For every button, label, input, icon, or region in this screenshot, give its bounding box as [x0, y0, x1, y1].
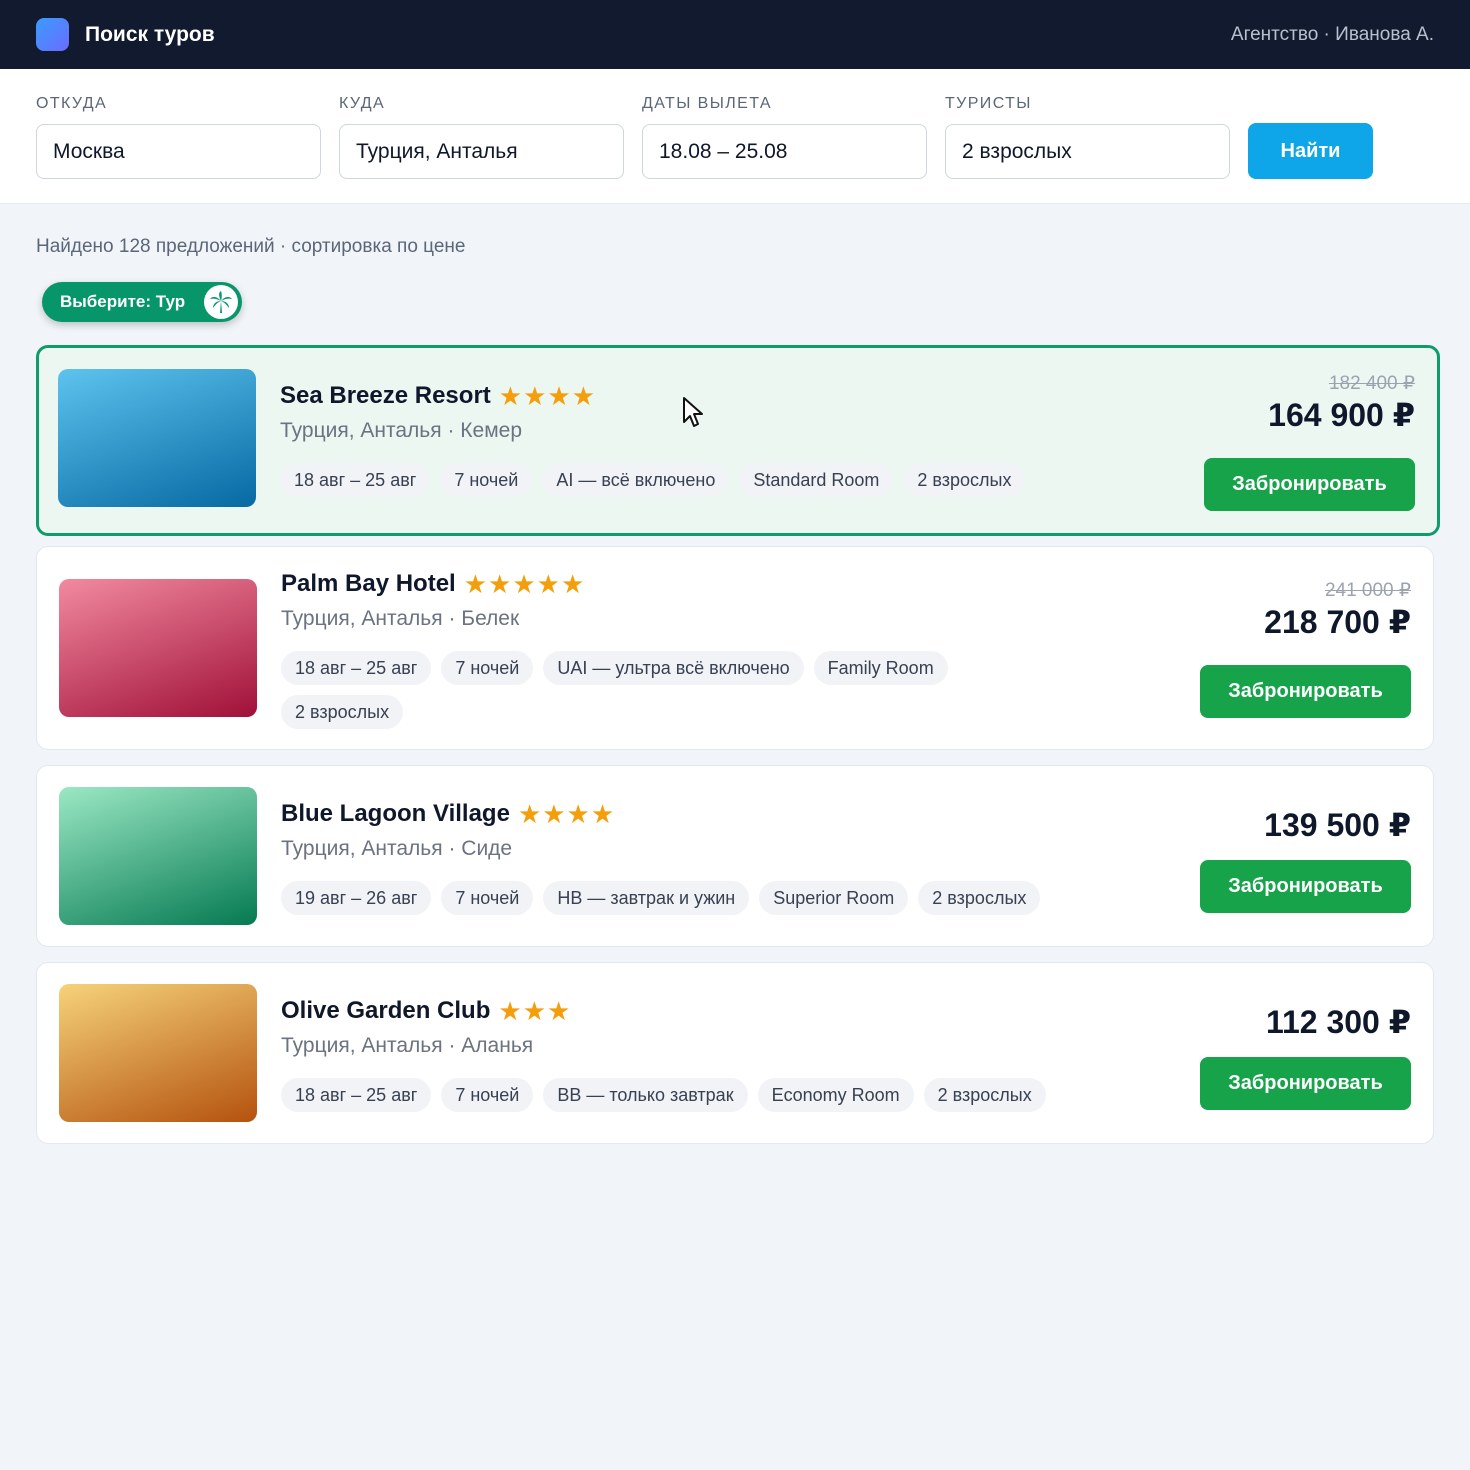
- book-button[interactable]: Забронировать: [1200, 665, 1411, 718]
- mouse-cursor-icon: [683, 397, 703, 427]
- search-panel: ОТКУДА КУДА ДАТЫ ВЫЛЕТА ТУРИСТЫ Найти: [0, 69, 1470, 204]
- tour-chips: 18 авг – 25 авг 7 ночей AI — всё включен…: [280, 463, 1057, 497]
- price-block: 182 400 ₽ 164 900 ₽ Забронировать: [1175, 372, 1415, 512]
- chip-dates: 18 авг – 25 авг: [280, 463, 431, 497]
- from-label: ОТКУДА: [36, 95, 108, 112]
- tour-info: Olive Garden Club ★★★ Турция, Анталья · …: [281, 996, 1053, 1112]
- price: 164 900 ₽: [1268, 397, 1415, 433]
- chip-room: Family Room: [813, 651, 948, 685]
- price: 112 300 ₽: [1265, 1004, 1411, 1040]
- from-input[interactable]: [36, 124, 321, 179]
- price-block: 139 500 ₽ Забронировать: [1171, 806, 1411, 916]
- chip-dates: 18 авг – 25 авг: [281, 651, 432, 685]
- chip-meal: UAI — ультра всё включено: [543, 651, 804, 685]
- price: 139 500 ₽: [1264, 807, 1411, 843]
- agency-user[interactable]: Агентство · Иванова А.: [1231, 24, 1434, 46]
- hotel-location: Турция, Анталья · Сиде: [281, 837, 513, 860]
- hint-pill: Выберите: Тур: [42, 282, 242, 322]
- price-block: 241 000 ₽ 218 700 ₽ Забронировать: [1171, 579, 1411, 719]
- tour-card-olive-garden[interactable]: Olive Garden Club ★★★ Турция, Анталья · …: [36, 962, 1434, 1144]
- app-title: Поиск туров: [85, 22, 215, 46]
- chip-tourists: 2 взрослых: [903, 463, 1026, 497]
- chip-tourists: 2 взрослых: [281, 695, 404, 729]
- tour-chips: 19 авг – 26 авг 7 ночей HB — завтрак и у…: [281, 881, 1053, 915]
- book-button[interactable]: Забронировать: [1200, 860, 1411, 913]
- tour-info: Sea Breeze Resort ★★★★ Турция, Анталья ·…: [280, 381, 1057, 497]
- find-button[interactable]: Найти: [1248, 123, 1373, 179]
- hotel-name[interactable]: Blue Lagoon Village: [281, 800, 510, 828]
- dates-label: ДАТЫ ВЫЛЕТА: [642, 95, 772, 112]
- tour-info: Palm Bay Hotel ★★★★★ Турция, Анталья · Б…: [281, 569, 1053, 729]
- results-summary: Найдено 128 предложений · сортировка по …: [36, 236, 466, 257]
- brand: Поиск туров: [36, 18, 215, 51]
- old-price: 241 000 ₽: [1324, 580, 1411, 601]
- star-rating-icon: ★★★★★: [463, 569, 586, 599]
- book-button[interactable]: Забронировать: [1200, 1057, 1411, 1110]
- tourists-label: ТУРИСТЫ: [945, 95, 1032, 112]
- to-input[interactable]: [339, 124, 624, 179]
- chip-meal: AI — всё включено: [542, 463, 730, 497]
- to-label: КУДА: [339, 95, 386, 112]
- tour-chips: 18 авг – 25 авг 7 ночей UAI — ультра всё…: [281, 651, 1053, 729]
- chip-tourists: 2 взрослых: [918, 881, 1041, 915]
- chip-room: Standard Room: [739, 463, 894, 497]
- chip-room: Superior Room: [759, 881, 909, 915]
- tour-info: Blue Lagoon Village ★★★★ Турция, Анталья…: [281, 799, 1053, 915]
- star-rating-icon: ★★★★: [517, 799, 616, 829]
- price-block: 112 300 ₽ Забронировать: [1171, 1003, 1411, 1113]
- chip-dates: 19 авг – 26 авг: [281, 881, 432, 915]
- to-field: КУДА: [339, 95, 624, 179]
- dates-field: ДАТЫ ВЫЛЕТА: [642, 95, 927, 179]
- chip-nights: 7 ночей: [441, 651, 534, 685]
- star-rating-icon: ★★★★: [498, 381, 597, 411]
- hotel-location: Турция, Анталья · Белек: [281, 607, 520, 630]
- hotel-location: Турция, Анталья · Аланья: [281, 1034, 534, 1057]
- chip-meal: HB — завтрак и ужин: [543, 881, 750, 915]
- from-field: ОТКУДА: [36, 95, 321, 179]
- tour-card-palm-bay[interactable]: Palm Bay Hotel ★★★★★ Турция, Анталья · Б…: [36, 546, 1434, 750]
- app-logo-icon: [36, 18, 69, 51]
- star-rating-icon: ★★★: [498, 996, 572, 1026]
- tour-card-blue-lagoon[interactable]: Blue Lagoon Village ★★★★ Турция, Анталья…: [36, 765, 1434, 947]
- chip-tourists: 2 взрослых: [923, 1078, 1046, 1112]
- hotel-location: Турция, Анталья · Кемер: [280, 419, 522, 442]
- hotel-name[interactable]: Sea Breeze Resort: [280, 382, 491, 410]
- tourists-field: ТУРИСТЫ: [945, 95, 1230, 179]
- tour-card-sea-breeze[interactable]: Sea Breeze Resort ★★★★ Турция, Анталья ·…: [36, 345, 1440, 536]
- hotel-name[interactable]: Olive Garden Club: [281, 997, 490, 1025]
- hotel-thumbnail[interactable]: [59, 787, 257, 925]
- old-price: 182 400 ₽: [1328, 373, 1415, 394]
- tour-chips: 18 авг – 25 авг 7 ночей BB — только завт…: [281, 1078, 1053, 1112]
- tourists-input[interactable]: [945, 124, 1230, 179]
- hotel-name[interactable]: Palm Bay Hotel: [281, 570, 456, 598]
- chip-nights: 7 ночей: [440, 463, 533, 497]
- hint-label: Выберите: Тур: [60, 292, 186, 311]
- price: 218 700 ₽: [1264, 604, 1411, 640]
- hotel-thumbnail[interactable]: [59, 984, 257, 1122]
- chip-meal: BB — только завтрак: [543, 1078, 748, 1112]
- chip-room: Economy Room: [757, 1078, 914, 1112]
- hotel-thumbnail[interactable]: [58, 369, 256, 507]
- book-button[interactable]: Забронировать: [1204, 458, 1415, 511]
- palm-tree-icon: [204, 285, 238, 319]
- hotel-thumbnail[interactable]: [59, 579, 257, 717]
- chip-nights: 7 ночей: [441, 1078, 534, 1112]
- dates-input[interactable]: [642, 124, 927, 179]
- chip-nights: 7 ночей: [441, 881, 534, 915]
- top-bar: Поиск туров Агентство · Иванова А.: [0, 0, 1470, 69]
- chip-dates: 18 авг – 25 авг: [281, 1078, 432, 1112]
